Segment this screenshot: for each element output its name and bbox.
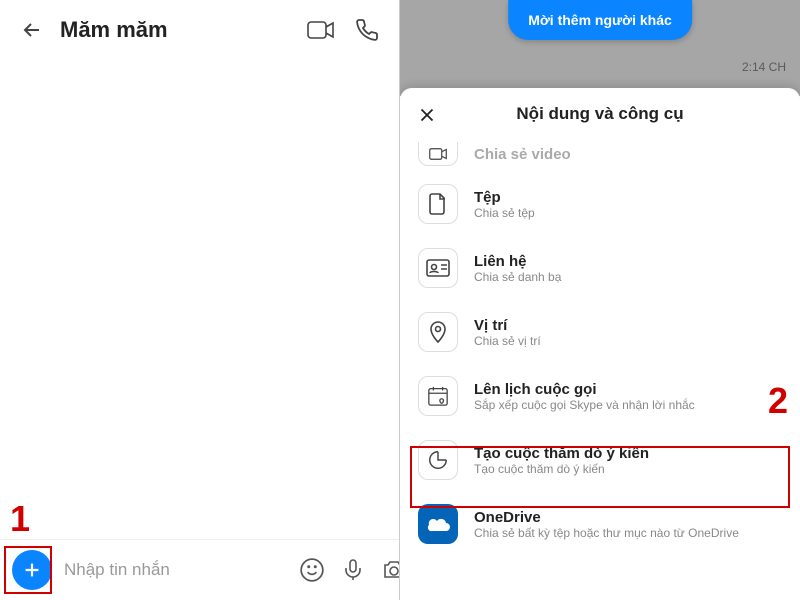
- row-subtitle: Sắp xếp cuộc gọi Skype và nhận lời nhắc: [474, 398, 782, 412]
- video-share-icon: [418, 142, 458, 166]
- dimmed-chat-background: Mời thêm người khác 2:14 CH: [400, 0, 800, 96]
- close-icon[interactable]: [416, 104, 438, 126]
- content-tools-screen: Mời thêm người khác 2:14 CH Nội dung và …: [400, 0, 800, 600]
- chat-header: Măm măm: [0, 0, 399, 60]
- row-subtitle: Chia sẻ danh bạ: [474, 270, 782, 284]
- row-title: Liên hệ: [474, 253, 782, 270]
- location-pin-icon: [418, 312, 458, 352]
- onedrive-icon: [418, 504, 458, 544]
- row-subtitle: Chia sẻ tệp: [474, 206, 782, 220]
- schedule-call-row[interactable]: Lên lịch cuộc gọi Sắp xếp cuộc gọi Skype…: [400, 364, 800, 428]
- chat-message-area: [0, 60, 399, 539]
- share-video-row[interactable]: Chia sẻ video: [400, 140, 800, 172]
- create-poll-row[interactable]: Tạo cuộc thăm dò ý kiến Tạo cuộc thăm dò…: [400, 428, 800, 492]
- row-text: Tệp Chia sẻ tệp: [474, 189, 782, 220]
- row-text: Liên hệ Chia sẻ danh bạ: [474, 253, 782, 284]
- chat-title: Măm măm: [60, 17, 291, 43]
- audio-call-icon[interactable]: [351, 14, 383, 46]
- row-subtitle: Chia sẻ bất kỳ tệp hoặc thư mục nào từ O…: [474, 526, 782, 540]
- sheet-list[interactable]: Chia sẻ video Tệp Chia sẻ tệp Liên hệ: [400, 140, 800, 600]
- row-title: OneDrive: [474, 509, 782, 526]
- row-text: OneDrive Chia sẻ bất kỳ tệp hoặc thư mục…: [474, 509, 782, 540]
- row-subtitle: Chia sẻ vị trí: [474, 334, 782, 348]
- row-text: Tạo cuộc thăm dò ý kiến Tạo cuộc thăm dò…: [474, 445, 782, 476]
- chat-input-bar: [0, 539, 399, 600]
- video-call-icon[interactable]: [303, 15, 339, 45]
- bottom-sheet: Nội dung và công cụ Chia sẻ video Tệp Ch…: [400, 88, 800, 600]
- share-contact-row[interactable]: Liên hệ Chia sẻ danh bạ: [400, 236, 800, 300]
- message-input[interactable]: [64, 560, 285, 580]
- onedrive-row[interactable]: OneDrive Chia sẻ bất kỳ tệp hoặc thư mục…: [400, 492, 800, 556]
- poll-pie-icon: [418, 440, 458, 480]
- share-file-row[interactable]: Tệp Chia sẻ tệp: [400, 172, 800, 236]
- row-title: Tạo cuộc thăm dò ý kiến: [474, 445, 782, 462]
- row-title: Chia sẻ video: [474, 146, 782, 163]
- contact-icon: [418, 248, 458, 288]
- row-title: Vị trí: [474, 317, 782, 334]
- add-content-button[interactable]: [12, 550, 52, 590]
- chat-screen: Măm măm 1: [0, 0, 400, 600]
- file-icon: [418, 184, 458, 224]
- row-text: Vị trí Chia sẻ vị trí: [474, 317, 782, 348]
- sheet-title: Nội dung và công cụ: [516, 104, 683, 124]
- back-icon[interactable]: [16, 14, 48, 46]
- row-text: Chia sẻ video: [474, 146, 782, 163]
- share-location-row[interactable]: Vị trí Chia sẻ vị trí: [400, 300, 800, 364]
- invite-others-button[interactable]: Mời thêm người khác: [508, 0, 692, 40]
- camera-icon[interactable]: [379, 556, 400, 584]
- sheet-header: Nội dung và công cụ: [400, 88, 800, 140]
- microphone-icon[interactable]: [339, 556, 367, 584]
- message-timestamp: 2:14 CH: [742, 60, 786, 74]
- row-title: Lên lịch cuộc gọi: [474, 381, 782, 398]
- row-text: Lên lịch cuộc gọi Sắp xếp cuộc gọi Skype…: [474, 381, 782, 412]
- emoji-icon[interactable]: [297, 555, 327, 585]
- row-title: Tệp: [474, 189, 782, 206]
- calendar-call-icon: [418, 376, 458, 416]
- row-subtitle: Tạo cuộc thăm dò ý kiến: [474, 462, 782, 476]
